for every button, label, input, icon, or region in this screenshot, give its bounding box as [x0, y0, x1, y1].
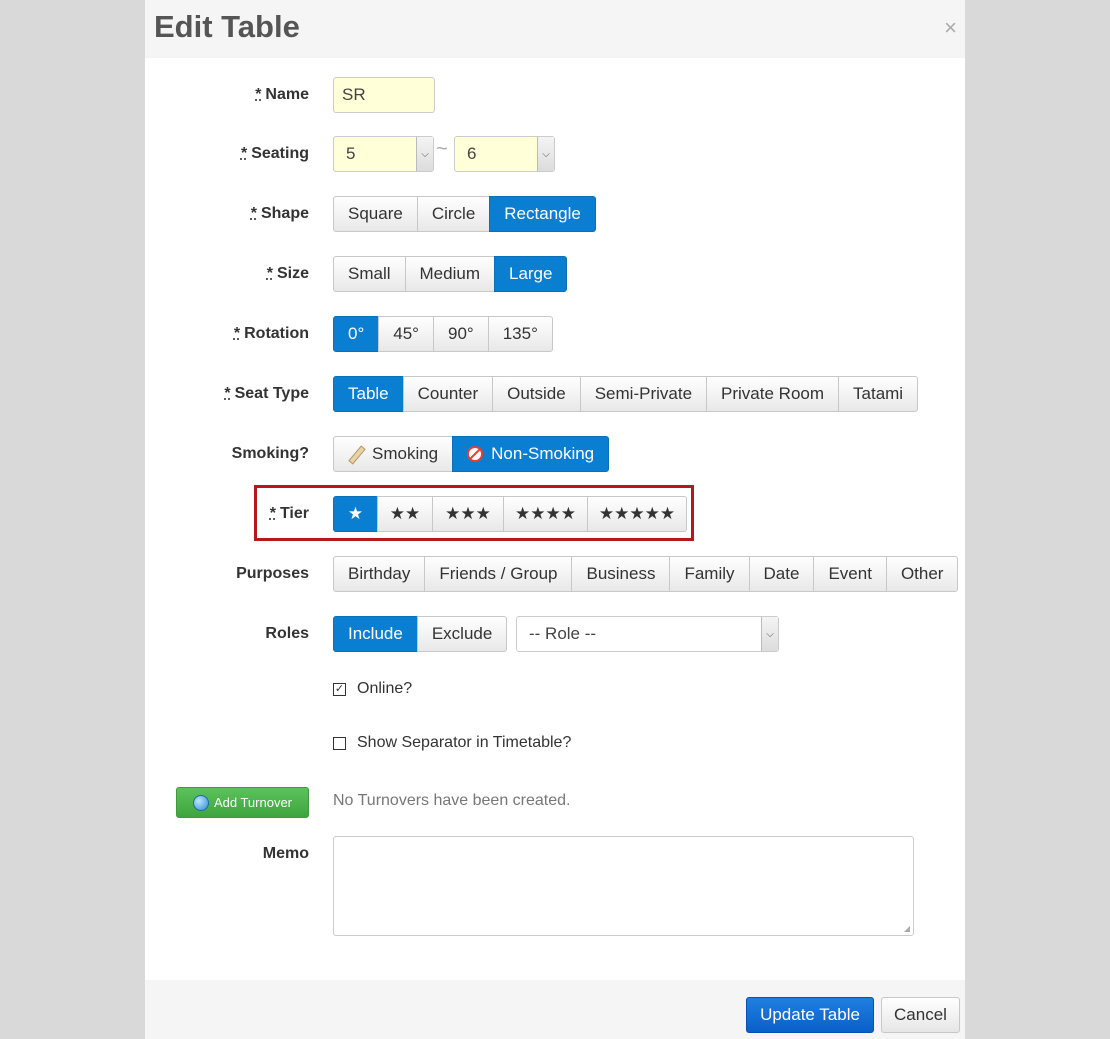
seating-row: * Seating 5 ⌵ ~ 6 ⌵ [145, 136, 965, 172]
roles-row: Roles Include Exclude -- Role -- ⌵ [145, 616, 965, 652]
name-row: * Name [145, 77, 965, 113]
seat-type-label: * Seat Type [224, 385, 309, 402]
cancel-button[interactable]: Cancel [881, 997, 960, 1033]
role-select[interactable]: -- Role -- ⌵ [516, 616, 779, 652]
tier-1-button[interactable]: ★ [333, 496, 378, 532]
seating-max-select[interactable]: 6 ⌵ [454, 136, 555, 172]
tier-5-button[interactable]: ★★★★★ [587, 496, 687, 532]
memo-textarea[interactable]: ◢ [333, 836, 914, 936]
edit-table-dialog: Edit Table × *Name *Seating 5 ⌵ ~ 6 ⌵ *S… [145, 0, 965, 1039]
size-medium-button[interactable]: Medium [404, 256, 495, 292]
purpose-family-button[interactable]: Family [669, 556, 750, 592]
purpose-friends-group-button[interactable]: Friends / Group [424, 556, 573, 592]
shape-label: * Shape [250, 205, 309, 222]
online-checkbox[interactable]: ✓ [333, 682, 346, 696]
purpose-event-button[interactable]: Event [813, 556, 887, 592]
online-checkbox-row: ✓ Online? [333, 677, 412, 701]
rotation-row: * Rotation 0° 45° 90° 135° [145, 316, 965, 352]
shape-rectangle-button[interactable]: Rectangle [489, 196, 596, 232]
shape-row: * Shape Square Circle Rectangle [145, 196, 965, 232]
seat-type-counter-button[interactable]: Counter [402, 376, 494, 412]
close-icon[interactable]: × [944, 16, 957, 40]
tier-3-button[interactable]: ★★★ [432, 496, 504, 532]
separator-checkbox-row: Show Separator in Timetable? [333, 731, 571, 755]
size-button-group: Small Medium Large [333, 256, 568, 292]
separator-checkbox[interactable] [333, 736, 346, 750]
tier-button-group: ★ ★★ ★★★ ★★★★ ★★★★★ [333, 496, 687, 532]
smoking-label: Smoking? [231, 445, 309, 462]
seat-type-semi-private-button[interactable]: Semi-Private [579, 376, 708, 412]
seat-type-outside-button[interactable]: Outside [492, 376, 581, 412]
dialog-header: Edit Table × [145, 0, 965, 58]
smoking-button-group: Smoking Non-Smoking [333, 436, 610, 472]
size-large-button[interactable]: Large [493, 256, 568, 292]
purposes-row: Purposes Birthday Friends / Group Busine… [145, 556, 965, 592]
purposes-label: Purposes [236, 565, 309, 582]
update-table-button[interactable]: Update Table [746, 997, 874, 1033]
purposes-button-group: Birthday Friends / Group Business Family… [333, 556, 959, 592]
roles-label: Roles [265, 625, 309, 642]
separator-label: Show Separator in Timetable? [357, 734, 572, 751]
seating-control: 5 ⌵ ~ 6 ⌵ [333, 136, 563, 172]
non-smoking-button[interactable]: Non-Smoking [452, 436, 610, 472]
purpose-business-button[interactable]: Business [571, 556, 671, 592]
seat-type-private-room-button[interactable]: Private Room [706, 376, 840, 412]
tier-4-button[interactable]: ★★★★ [503, 496, 588, 532]
turnover-note: No Turnovers have been created. [333, 792, 571, 809]
smoking-row: Smoking? Smoking Non-Smoking [145, 436, 965, 472]
seat-type-row: * Seat Type Table Counter Outside Semi-Pr… [145, 376, 965, 412]
rotation-90-button[interactable]: 90° [432, 316, 489, 352]
tier-label: * Tier [269, 505, 309, 522]
globe-icon [192, 794, 209, 811]
seating-label: * Seating [240, 145, 309, 162]
resize-grip-icon[interactable]: ◢ [904, 924, 910, 933]
chevron-down-icon: ⌵ [537, 137, 554, 171]
purpose-date-button[interactable]: Date [748, 556, 815, 592]
cigarette-icon [348, 446, 364, 462]
rotation-45-button[interactable]: 45° [378, 316, 434, 352]
smoking-button[interactable]: Smoking [333, 436, 454, 472]
purpose-other-button[interactable]: Other [885, 556, 959, 592]
name-input[interactable] [333, 77, 435, 113]
memo-label: Memo [262, 845, 309, 862]
seat-type-tatami-button[interactable]: Tatami [838, 376, 919, 412]
purpose-birthday-button[interactable]: Birthday [333, 556, 426, 592]
dialog-title: Edit Table [154, 9, 300, 44]
seating-separator: ~ [436, 138, 448, 160]
seat-type-button-group: Table Counter Outside Semi-Private Priva… [333, 376, 919, 412]
size-label: * Size [266, 265, 309, 282]
shape-button-group: Square Circle Rectangle [333, 196, 596, 232]
shape-square-button[interactable]: Square [333, 196, 418, 232]
chevron-down-icon: ⌵ [416, 137, 433, 171]
roles-exclude-button[interactable]: Exclude [416, 616, 508, 652]
no-smoking-icon [467, 446, 484, 462]
shape-circle-button[interactable]: Circle [416, 196, 491, 232]
name-control [333, 77, 435, 113]
online-label: Online? [357, 680, 413, 697]
size-row: * Size Small Medium Large [145, 256, 965, 292]
tier-row: * Tier ★ ★★ ★★★ ★★★★ ★★★★★ [145, 496, 965, 532]
rotation-135-button[interactable]: 135° [487, 316, 553, 352]
rotation-label: * Rotation [233, 325, 309, 342]
name-label: * Name [255, 86, 309, 103]
add-turnover-button[interactable]: Add Turnover [176, 787, 309, 818]
rotation-0-button[interactable]: 0° [333, 316, 380, 352]
roles-button-group: Include Exclude [333, 616, 508, 652]
rotation-button-group: 0° 45° 90° 135° [333, 316, 553, 352]
chevron-down-icon: ⌵ [761, 617, 778, 651]
seat-type-table-button[interactable]: Table [333, 376, 404, 412]
size-small-button[interactable]: Small [333, 256, 406, 292]
roles-include-button[interactable]: Include [333, 616, 418, 652]
seating-min-select[interactable]: 5 ⌵ [333, 136, 434, 172]
tier-2-button[interactable]: ★★ [377, 496, 433, 532]
